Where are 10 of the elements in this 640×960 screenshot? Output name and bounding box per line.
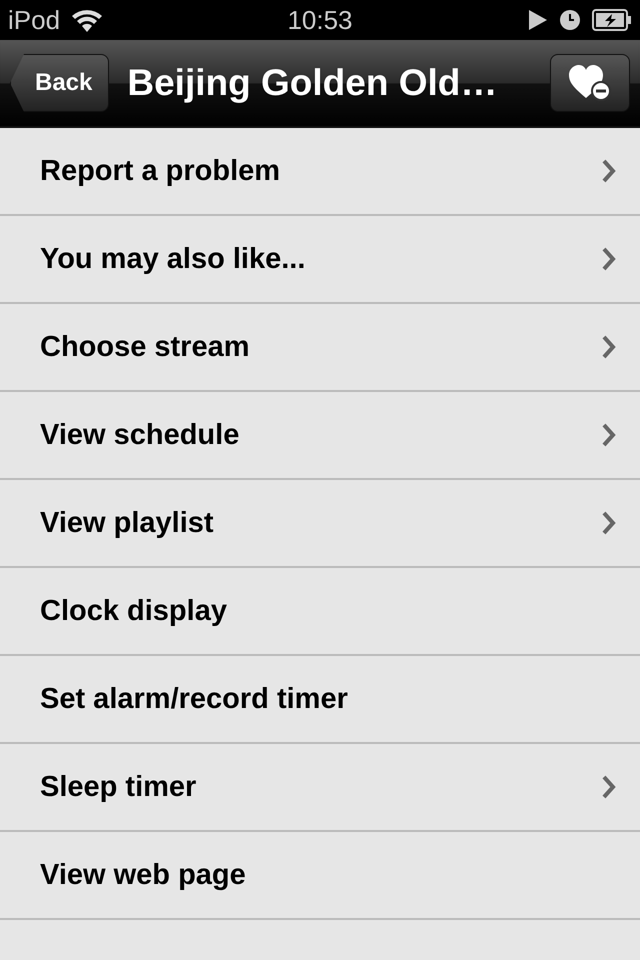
status-time: 10:53 <box>287 4 353 36</box>
wifi-icon <box>70 7 104 33</box>
back-button[interactable]: Back <box>10 54 110 112</box>
clock-icon <box>560 10 580 30</box>
heart-minus-icon <box>569 65 611 101</box>
play-icon <box>528 9 548 31</box>
carrier-name: iPod <box>8 4 60 36</box>
nav-title: Beijing Golden Old… <box>127 62 498 104</box>
battery-icon <box>592 9 632 31</box>
favorite-button[interactable] <box>550 54 630 112</box>
